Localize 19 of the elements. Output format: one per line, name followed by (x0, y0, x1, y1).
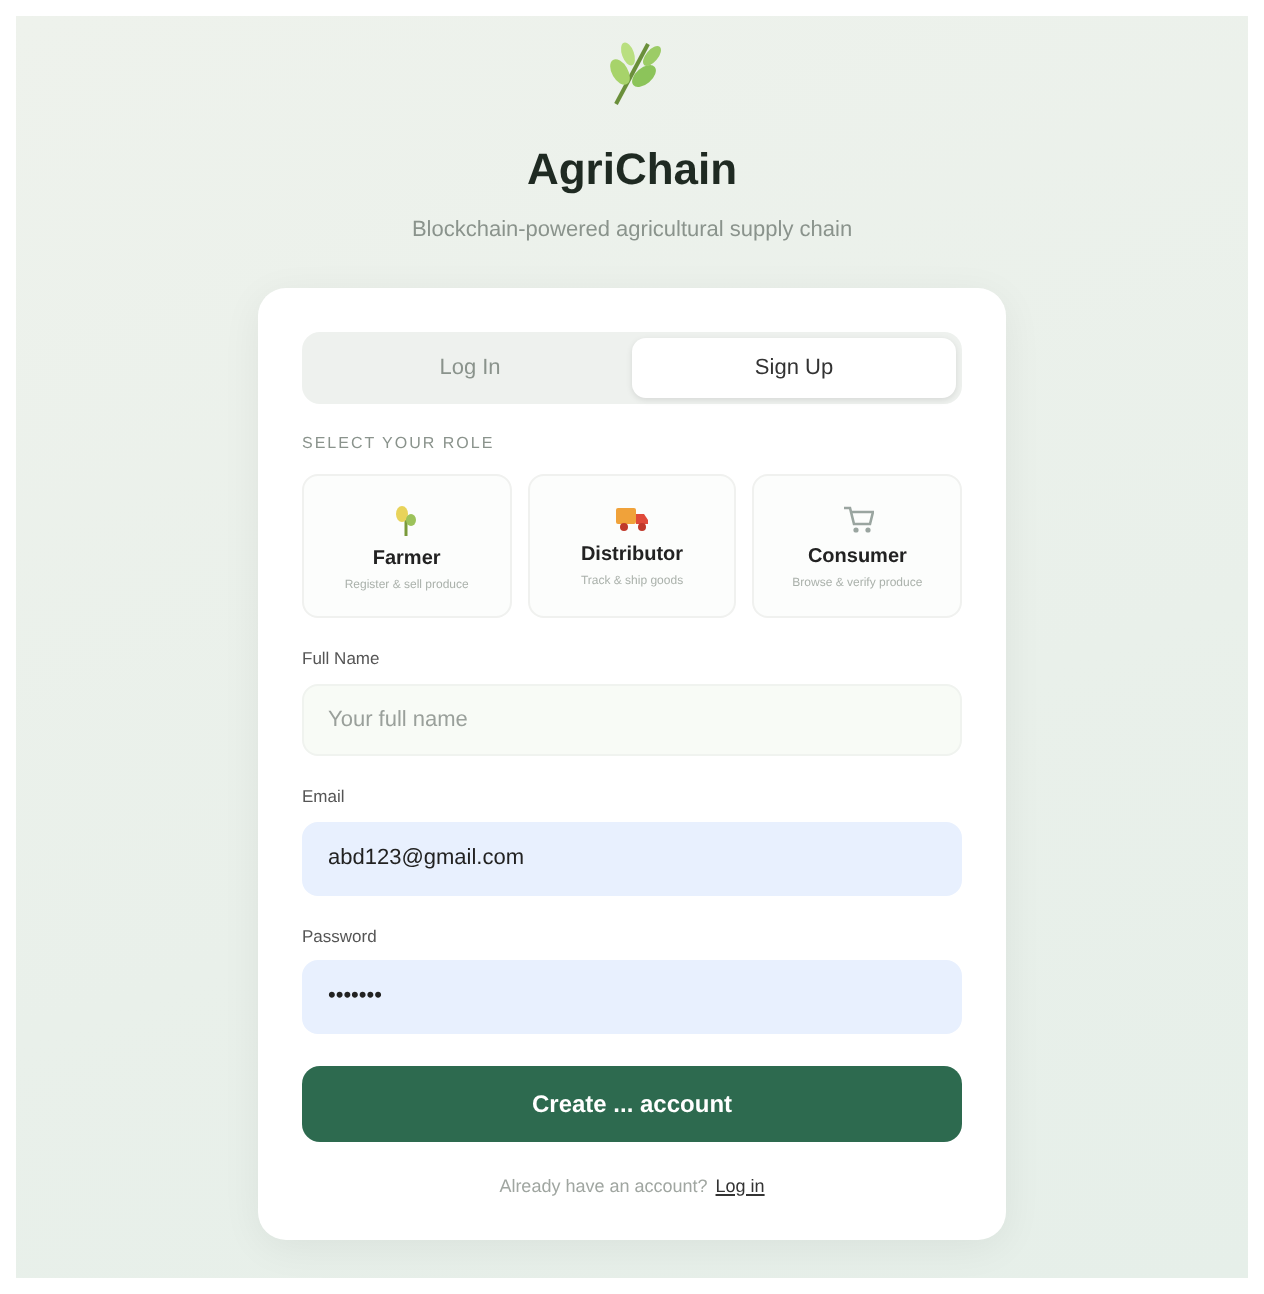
tagline: Blockchain-powered agricultural supply chain (411, 216, 853, 246)
footer-text: Already have an account? (499, 1173, 708, 1200)
truck-icon (614, 504, 650, 532)
input-field[interactable]: ••••••• (302, 960, 962, 1034)
field-label: Email (302, 784, 347, 810)
login-link[interactable]: Log in (715, 1173, 765, 1201)
field-label: Password (302, 923, 379, 949)
input-field[interactable]: Your full name (302, 683, 962, 757)
create-account-button[interactable]: Create ... account (302, 1065, 962, 1142)
field-label: Full Name (302, 646, 382, 672)
section-heading: SELECT YOUR ROLE (302, 432, 497, 456)
cart-icon (841, 504, 874, 534)
role-name: Consumer (807, 544, 907, 572)
role-name: Farmer (372, 546, 441, 574)
tab[interactable]: Sign Up (632, 337, 956, 398)
role-name: Distributor (580, 542, 684, 570)
sprout-icon (394, 504, 419, 536)
input-field[interactable]: abd123@gmail.com (302, 822, 962, 895)
app-title: AgriChain (526, 142, 738, 198)
